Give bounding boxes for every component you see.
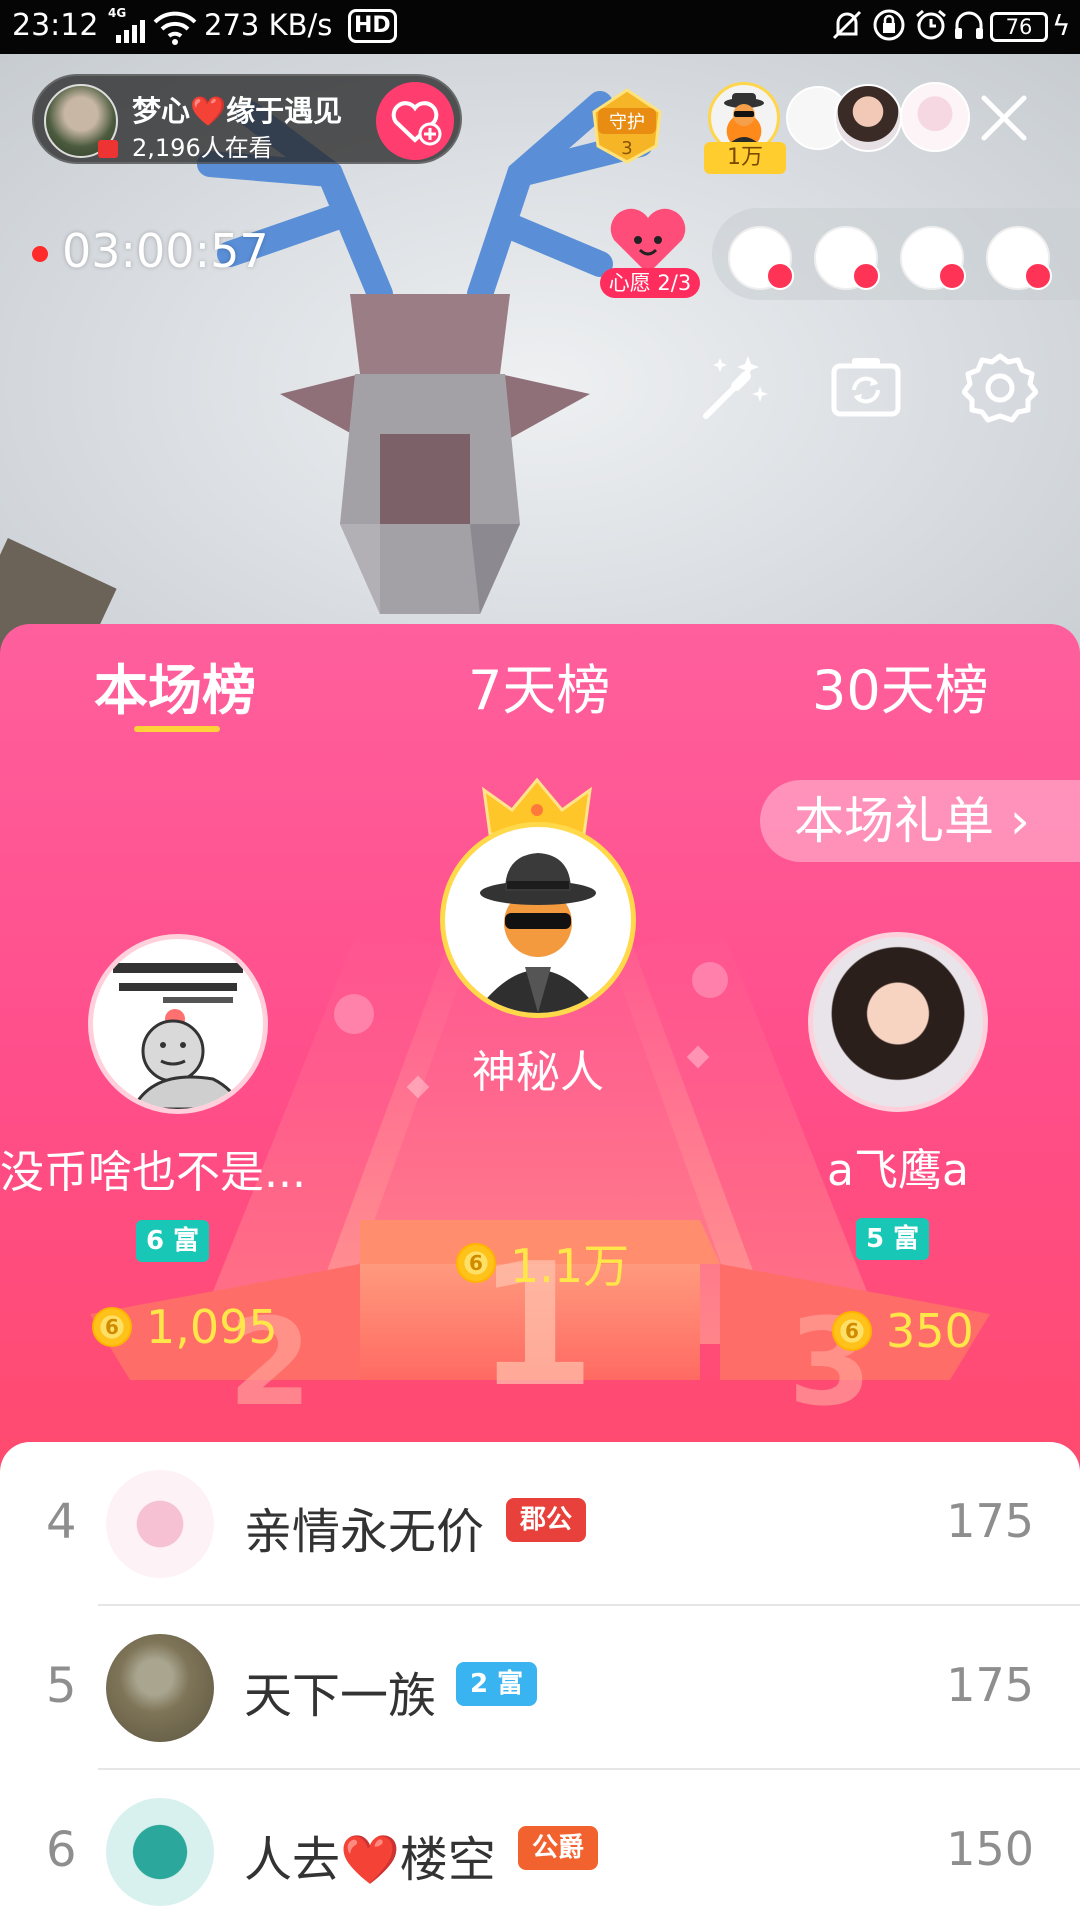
rank-3-score-value: 350 (886, 1304, 974, 1358)
rank-2-wealth-badge: 6 富 (136, 1220, 210, 1262)
list-score: 150 (946, 1822, 1034, 1876)
coin-icon: 6 (832, 1311, 872, 1351)
wish-progress-label[interactable]: 心愿 2/3 (600, 268, 700, 298)
recording-dot-icon (32, 246, 48, 262)
heart-plus-icon (391, 101, 442, 146)
list-rank: 6 (46, 1822, 77, 1878)
list-name: 天下一族 (244, 1668, 437, 1724)
wish-avatar-1[interactable] (728, 226, 794, 290)
tab-30-days[interactable]: 30天榜 (812, 646, 989, 725)
hd-icon: HD (348, 9, 397, 43)
network-type: 4G (108, 6, 127, 20)
list-score: 175 (946, 1658, 1034, 1712)
guard-count: 3 (621, 138, 632, 159)
alarm-icon (916, 9, 946, 40)
gift-icon (938, 262, 966, 290)
host-info-pill[interactable]: 梦心❤️缘于遇见 2,196人在看 (32, 74, 462, 164)
list-rank: 4 (46, 1494, 77, 1550)
close-icon[interactable] (978, 92, 1030, 144)
wish-avatar-2[interactable] (814, 226, 880, 290)
beauty-wand-icon[interactable] (696, 350, 772, 426)
coin-icon: 6 (456, 1243, 496, 1283)
rank-3-avatar[interactable] (808, 932, 988, 1112)
signal-icon (116, 20, 145, 43)
list-avatar[interactable] (106, 1798, 214, 1906)
gift-icon (766, 262, 794, 290)
rank-badge: 郡公 (506, 1498, 587, 1542)
wifi-icon (153, 11, 197, 45)
host-name: 梦心❤️缘于遇见 (132, 94, 343, 128)
list-name: 人去❤️楼空 (244, 1832, 496, 1888)
network-speed: 273 KB/s (204, 8, 333, 42)
list-rank: 5 (46, 1658, 77, 1714)
flip-camera-icon[interactable] (828, 350, 904, 426)
rank-1-score: 6 1.1万 (456, 1230, 629, 1296)
meme-avatar-image (113, 963, 245, 1109)
lock-rotation-icon (873, 9, 905, 41)
gift-list-button[interactable]: 本场礼单 › (760, 780, 1080, 862)
live-duration: 03:00:57 (62, 224, 269, 278)
list-score: 175 (946, 1494, 1034, 1548)
settings-gear-icon[interactable] (962, 350, 1038, 426)
list-avatar[interactable] (106, 1634, 214, 1742)
list-item[interactable]: 6 人去❤️楼空 公爵 150 (0, 1770, 1080, 1920)
tab-7-days[interactable]: 7天榜 (468, 646, 610, 725)
status-time: 23:12 (12, 8, 99, 43)
list-item[interactable]: 5 天下一族 2 富 175 (0, 1606, 1080, 1770)
wish-avatar-4[interactable] (986, 226, 1052, 290)
rank-2-score-value: 1,095 (146, 1300, 278, 1354)
charging-icon: ϟ (1052, 9, 1071, 42)
active-tab-indicator (134, 726, 220, 732)
wish-avatar-3[interactable] (900, 226, 966, 290)
rank-2-score: 6 1,095 (92, 1300, 278, 1354)
guard-label: 守护 (609, 112, 645, 133)
gift-icon (852, 262, 880, 290)
rank-1-name: 神秘人 (472, 1047, 604, 1098)
rank-1-score-value: 1.1万 (510, 1239, 630, 1293)
rank-badge: 公爵 (518, 1826, 599, 1870)
rank-3-score: 6 350 (832, 1304, 974, 1358)
mystery-man-icon (475, 853, 601, 1013)
rank-3-wealth-badge: 5 富 (856, 1218, 930, 1260)
coin-icon: 6 (92, 1307, 132, 1347)
list-item[interactable]: 4 亲情永无价 郡公 175 (0, 1442, 1080, 1606)
top-viewer-avatar-3[interactable] (834, 84, 902, 152)
rank-3-name: a飞鹰a (827, 1145, 969, 1196)
rank-badge: 2 富 (456, 1662, 538, 1706)
host-avatar[interactable] (44, 84, 118, 158)
mute-bell-icon (832, 10, 862, 40)
guard-shield-icon[interactable]: 守护 3 (584, 82, 670, 166)
top-viewer-avatar-4[interactable] (900, 82, 970, 152)
list-name: 亲情永无价 (244, 1504, 485, 1560)
rank-2-avatar[interactable] (88, 934, 268, 1114)
top-viewer-contribution: 1万 (704, 142, 786, 174)
viewer-count: 2,196人在看 (132, 134, 273, 162)
gift-icon (1024, 262, 1052, 290)
ranking-list: 4 亲情永无价 郡公 175 5 天下一族 2 富 175 6 人去❤️楼空 公… (0, 1442, 1080, 1920)
rank-1-avatar[interactable] (440, 822, 636, 1018)
headphones-icon (955, 11, 983, 39)
tab-this-session[interactable]: 本场榜 (94, 646, 256, 725)
follow-button[interactable] (376, 82, 454, 160)
status-bar: 23:12 4G 273 KB/s HD 76 ϟ (0, 0, 1080, 54)
battery-icon: 76 (990, 12, 1048, 42)
list-avatar[interactable] (106, 1470, 214, 1578)
rank-2-name: 没币啥也不是... (0, 1147, 306, 1198)
